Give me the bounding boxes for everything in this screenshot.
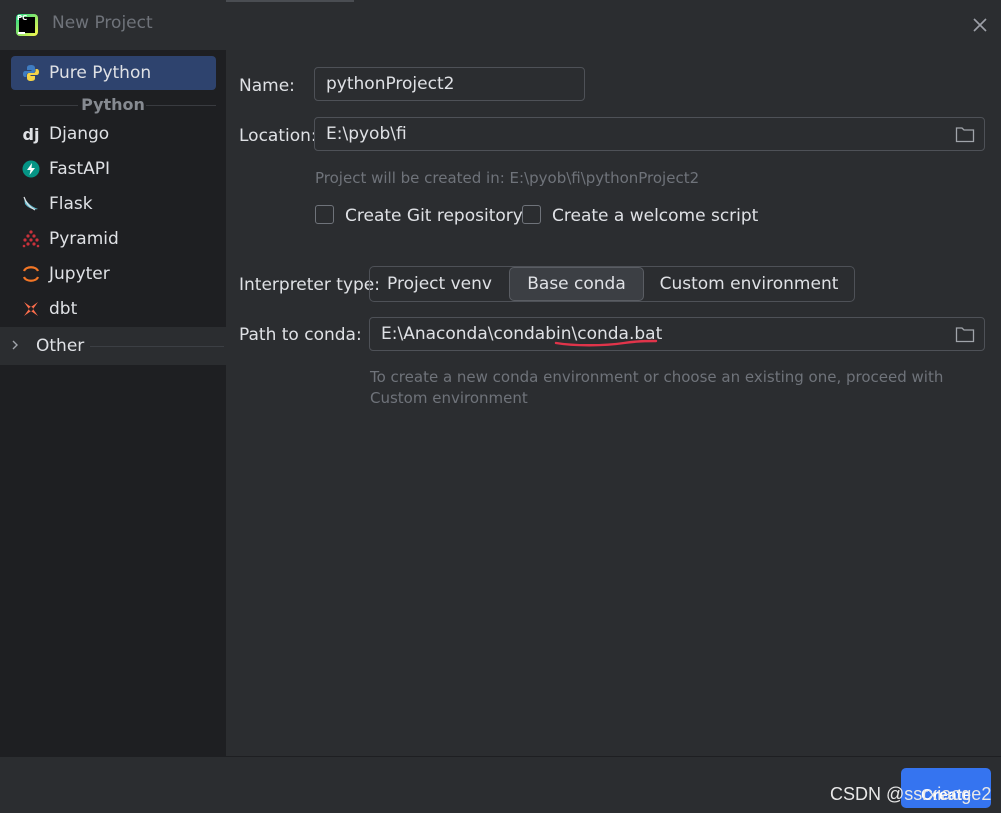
path-to-conda-label: Path to conda: (239, 325, 362, 345)
sidebar-item-label: Flask (49, 194, 93, 214)
flask-icon (21, 194, 41, 214)
dbt-icon (21, 299, 41, 319)
sidebar-item-label: Django (49, 124, 110, 144)
jupyter-icon (21, 264, 41, 284)
name-input[interactable]: pythonProject2 (314, 67, 585, 101)
folder-browse-icon[interactable] (955, 326, 975, 343)
sidebar-group-other-label: Other (36, 336, 85, 356)
project-type-sidebar: Pure Python Python dj Django FastAPI Fla… (0, 50, 226, 756)
sidebar-item-dbt[interactable]: dbt (11, 292, 216, 326)
sidebar-item-label: Pyramid (49, 229, 119, 249)
sidebar-group-other[interactable]: Other (0, 327, 226, 365)
location-label: Location: (239, 126, 317, 146)
sidebar-item-jupyter[interactable]: Jupyter (11, 257, 216, 291)
folder-browse-icon[interactable] (955, 126, 975, 143)
sidebar-item-django[interactable]: dj Django (11, 117, 216, 151)
interpreter-option-base-conda[interactable]: Base conda (509, 267, 644, 301)
watermark-text: CSDN @ssrxiaoge2 (830, 784, 992, 804)
conda-path-input[interactable]: E:\Anaconda\condabin\conda.bat (369, 317, 985, 351)
conda-hint-line2: Custom environment (370, 389, 528, 407)
interpreter-option-custom-environment[interactable]: Custom environment (644, 267, 854, 301)
interpreter-option-project-venv[interactable]: Project venv (370, 267, 509, 301)
name-label: Name: (239, 76, 295, 96)
group-divider (90, 346, 224, 347)
interpreter-type-selector: Project venv Base conda Custom environme… (369, 266, 855, 302)
pyramid-icon (21, 229, 41, 249)
fastapi-icon (21, 159, 41, 179)
welcome-script-label: Create a welcome script (552, 206, 759, 226)
sidebar-item-flask[interactable]: Flask (11, 187, 216, 221)
sidebar-item-fastapi[interactable]: FastAPI (11, 152, 216, 186)
create-git-label: Create Git repository (345, 206, 523, 226)
close-icon[interactable] (970, 15, 990, 35)
conda-hint-line1: To create a new conda environment or cho… (370, 368, 944, 386)
sidebar-item-label: FastAPI (49, 159, 111, 179)
red-underline-annotation (554, 339, 658, 347)
sidebar-item-label: dbt (49, 299, 78, 319)
sidebar-item-label: Pure Python (49, 63, 152, 83)
django-icon: dj (22, 124, 40, 144)
interpreter-type-label: Interpreter type: (239, 275, 380, 295)
location-input-value: E:\pyob\fi (326, 124, 407, 144)
name-input-value: pythonProject2 (326, 74, 455, 94)
new-project-form: Name: pythonProject2 Location: E:\pyob\f… (226, 50, 1001, 756)
create-git-checkbox[interactable] (315, 205, 334, 224)
sidebar-item-pyramid[interactable]: Pyramid (11, 222, 216, 256)
pycharm-logo-icon: PC (16, 14, 38, 36)
python-icon (21, 63, 41, 83)
sidebar-item-pure-python[interactable]: Pure Python (11, 56, 216, 90)
title-bar: PC New Project (0, 0, 1001, 50)
welcome-script-checkbox[interactable] (522, 205, 541, 224)
dialog-footer: Create CSDN @ssrxiaoge2 (0, 756, 1001, 813)
group-label-python: Python (0, 95, 226, 114)
location-input[interactable]: E:\pyob\fi (314, 117, 985, 151)
title-bar-divider (226, 0, 354, 2)
window-title: New Project (52, 13, 153, 33)
sidebar-item-label: Jupyter (49, 264, 110, 284)
chevron-right-icon (10, 336, 22, 356)
location-hint: Project will be created in: E:\pyob\fi\p… (315, 169, 700, 187)
